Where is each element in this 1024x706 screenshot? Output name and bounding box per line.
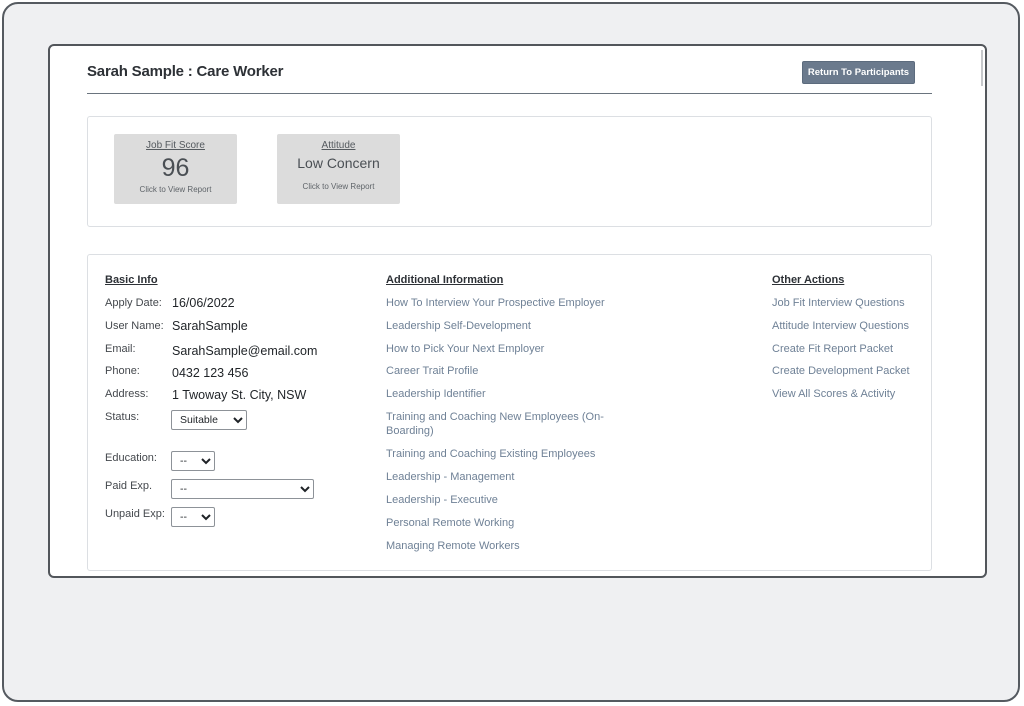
unpaid-exp-label: Unpaid Exp:: [105, 508, 165, 520]
address-label: Address:: [105, 388, 149, 400]
attitude-value: Low Concern: [297, 155, 380, 171]
paid-exp-select[interactable]: --: [171, 479, 314, 499]
scores-panel: Job Fit Score 96 Click to View Report At…: [87, 116, 932, 227]
page-title: Sarah Sample : Care Worker: [87, 63, 284, 80]
job-fit-score-label[interactable]: Job Fit Score: [114, 140, 237, 151]
email-value: SarahSample@email.com: [172, 344, 318, 358]
apply-date-value: 16/06/2022: [172, 296, 235, 310]
link-training-new-employees[interactable]: Training and Coaching New Employees (On-…: [386, 410, 618, 438]
link-attitude-interview-questions[interactable]: Attitude Interview Questions: [772, 319, 909, 333]
link-career-trait-profile[interactable]: Career Trait Profile: [386, 364, 478, 378]
status-select[interactable]: Suitable: [171, 410, 247, 430]
link-create-development-packet[interactable]: Create Development Packet: [772, 364, 910, 378]
status-label: Status:: [105, 411, 140, 423]
job-fit-score-card[interactable]: Job Fit Score 96 Click to View Report: [114, 134, 237, 204]
link-leadership-self-development[interactable]: Leadership Self-Development: [386, 319, 531, 333]
attitude-card[interactable]: Attitude Low Concern Click to View Repor…: [277, 134, 400, 204]
other-actions-heading: Other Actions: [772, 274, 845, 286]
paid-exp-label: Paid Exp.: [105, 480, 153, 492]
phone-label: Phone:: [105, 365, 140, 377]
link-pick-next-employer[interactable]: How to Pick Your Next Employer: [386, 342, 544, 356]
phone-value: 0432 123 456: [172, 366, 249, 380]
link-leadership-management[interactable]: Leadership - Management: [386, 470, 514, 484]
apply-date-label: Apply Date:: [105, 297, 162, 309]
participant-info-panel: Basic Info Apply Date: 16/06/2022 User N…: [87, 254, 932, 571]
additional-info-heading: Additional Information: [386, 274, 504, 286]
attitude-hint: Click to View Report: [302, 182, 375, 191]
link-managing-remote-workers[interactable]: Managing Remote Workers: [386, 539, 520, 553]
return-to-participants-button[interactable]: Return To Participants: [802, 61, 915, 84]
app-window: Sarah Sample : Care Worker Return To Par…: [48, 44, 987, 578]
job-fit-score-value: 96: [161, 154, 190, 182]
unpaid-exp-select[interactable]: --: [171, 507, 215, 527]
user-name-label: User Name:: [105, 320, 164, 332]
link-view-all-scores-activity[interactable]: View All Scores & Activity: [772, 387, 895, 401]
link-training-existing-employees[interactable]: Training and Coaching Existing Employees: [386, 447, 595, 461]
address-value: 1 Twoway St. City, NSW: [172, 388, 307, 402]
scrollbar[interactable]: [981, 50, 983, 86]
email-label: Email:: [105, 343, 136, 355]
link-personal-remote-working[interactable]: Personal Remote Working: [386, 516, 514, 530]
link-job-fit-interview-questions[interactable]: Job Fit Interview Questions: [772, 296, 905, 310]
link-interview-prospective-employer[interactable]: How To Interview Your Prospective Employ…: [386, 296, 605, 310]
education-label: Education:: [105, 452, 157, 464]
education-select[interactable]: --: [171, 451, 215, 471]
basic-info-heading: Basic Info: [105, 274, 158, 286]
title-divider: [87, 93, 932, 94]
link-leadership-identifier[interactable]: Leadership Identifier: [386, 387, 486, 401]
user-name-value: SarahSample: [172, 319, 248, 333]
attitude-label[interactable]: Attitude: [277, 140, 400, 151]
link-leadership-executive[interactable]: Leadership - Executive: [386, 493, 498, 507]
device-frame: Sarah Sample : Care Worker Return To Par…: [2, 2, 1020, 702]
job-fit-score-hint: Click to View Report: [139, 185, 212, 194]
link-create-fit-report-packet[interactable]: Create Fit Report Packet: [772, 342, 893, 356]
